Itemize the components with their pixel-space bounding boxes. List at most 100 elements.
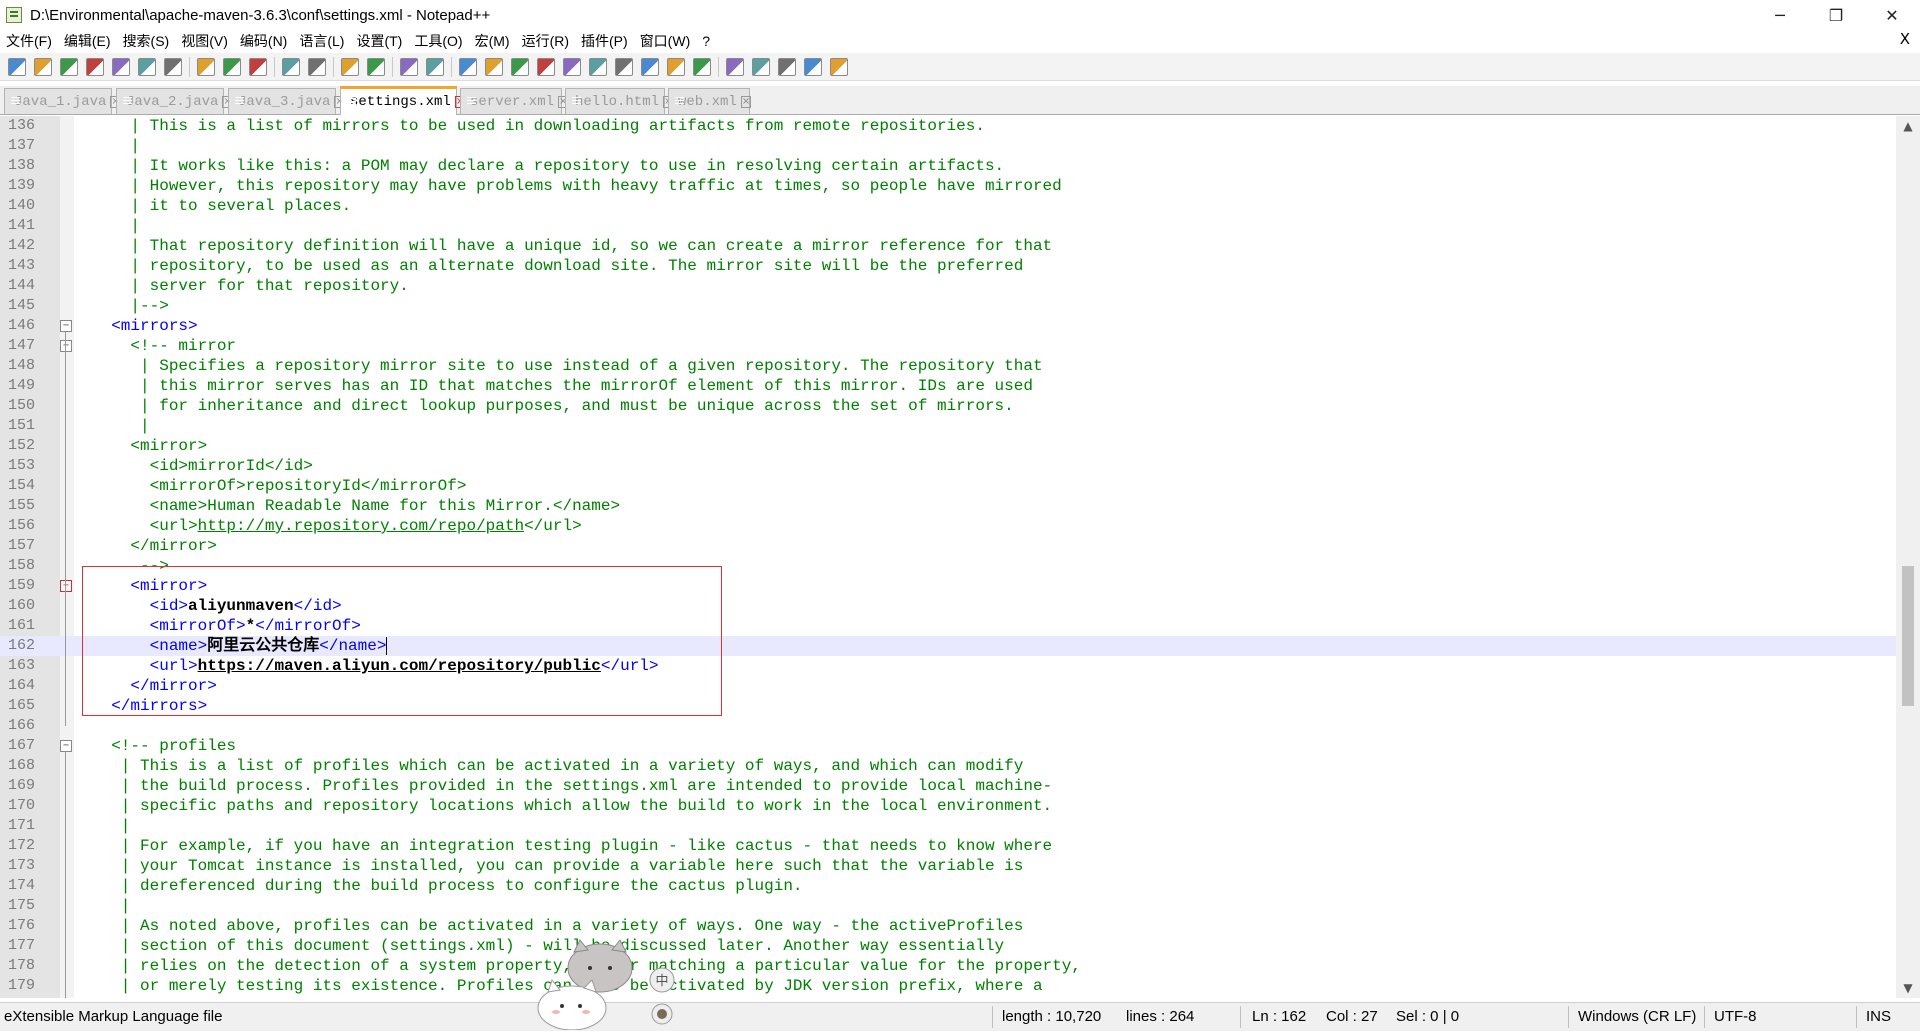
tab-java_2-java[interactable]: Java_2.java×: [116, 88, 233, 114]
sync-h-icon[interactable]: [485, 57, 503, 76]
code-line[interactable]: 168 | This is a list of profiles which c…: [0, 756, 1896, 776]
code-line[interactable]: 155 <name>Human Readable Name for this M…: [0, 496, 1896, 516]
scroll-up-icon[interactable]: ▲: [1896, 116, 1920, 136]
menu-plugins[interactable]: 插件(P): [575, 31, 634, 51]
menu-encoding[interactable]: 编码(N): [234, 31, 293, 51]
menu-settings[interactable]: 设置(T): [350, 31, 408, 51]
code-line[interactable]: 151 |: [0, 416, 1896, 436]
sync-v-icon[interactable]: [459, 57, 477, 76]
tab-java_3-java[interactable]: Java_3.java×: [228, 88, 345, 114]
undo-icon[interactable]: [282, 57, 300, 76]
fold-toggle-icon[interactable]: −: [60, 340, 72, 352]
code-line[interactable]: 147 − <!-- mirror: [0, 336, 1896, 356]
play-macro-icon[interactable]: [778, 57, 796, 76]
fold-toggle-icon[interactable]: −: [60, 320, 72, 332]
minimize-button[interactable]: ─: [1752, 0, 1808, 30]
menu-edit[interactable]: 编辑(E): [58, 31, 117, 51]
scroll-thumb[interactable]: [1902, 566, 1914, 706]
record-macro-icon[interactable]: [726, 57, 744, 76]
editor[interactable]: 136 | This is a list of mirrors to be us…: [0, 116, 1896, 998]
code-line[interactable]: 136 | This is a list of mirrors to be us…: [0, 116, 1896, 136]
new-file-icon[interactable]: [8, 57, 26, 76]
indent-guide-icon[interactable]: [563, 57, 581, 76]
function-list-icon[interactable]: [641, 57, 659, 76]
show-all-chars-icon[interactable]: [537, 57, 555, 76]
code-line[interactable]: 137 |: [0, 136, 1896, 156]
code-line[interactable]: 142 | That repository definition will ha…: [0, 236, 1896, 256]
code-line[interactable]: 146 − <mirrors>: [0, 316, 1896, 336]
copy-icon[interactable]: [223, 57, 241, 76]
tab-close-icon[interactable]: ×: [740, 95, 752, 108]
code-line[interactable]: 143 | repository, to be used as an alter…: [0, 256, 1896, 276]
close-icon[interactable]: [112, 57, 130, 76]
tab-settings-xml[interactable]: settings.xml×: [340, 86, 466, 115]
code-line[interactable]: 139 | However, this repository may have …: [0, 176, 1896, 196]
paste-icon[interactable]: [249, 57, 267, 76]
code-line[interactable]: 148 | Specifies a repository mirror site…: [0, 356, 1896, 376]
code-line[interactable]: 173 | your Tomcat instance is installed,…: [0, 856, 1896, 876]
code-line[interactable]: 169 | the build process. Profiles provid…: [0, 776, 1896, 796]
vertical-scrollbar[interactable]: ▲ ▼: [1896, 116, 1920, 998]
zoom-in-icon[interactable]: [400, 57, 418, 76]
folder-workspace-icon[interactable]: [667, 57, 685, 76]
menu-run[interactable]: 运行(R): [516, 31, 575, 51]
tab-server-xml[interactable]: server.xml ×: [460, 88, 569, 114]
code-line[interactable]: 153 <id>mirrorId</id>: [0, 456, 1896, 476]
menu-view[interactable]: 视图(V): [175, 31, 234, 51]
menu-help[interactable]: ?: [696, 33, 716, 49]
code-line[interactable]: 167 − <!-- profiles: [0, 736, 1896, 756]
code-line[interactable]: 175 |: [0, 896, 1896, 916]
code-line[interactable]: 166: [0, 716, 1896, 736]
cut-icon[interactable]: [197, 57, 215, 76]
save-all-icon[interactable]: [86, 57, 104, 76]
tab-web-xml[interactable]: web.xml ×: [668, 88, 752, 114]
fold-toggle-icon[interactable]: −: [60, 580, 72, 592]
redo-icon[interactable]: [308, 57, 326, 76]
code-line[interactable]: 176 | As noted above, profiles can be ac…: [0, 916, 1896, 936]
close-document-button[interactable]: X: [1900, 30, 1910, 48]
monitoring-icon[interactable]: [693, 57, 711, 76]
code-line[interactable]: 152 <mirror>: [0, 436, 1896, 456]
menu-macro[interactable]: 宏(M): [469, 31, 516, 51]
tab-java_1-java[interactable]: Java_1.java×: [4, 88, 121, 114]
code-line[interactable]: 157 </mirror>: [0, 536, 1896, 556]
code-line[interactable]: 140 | it to several places.: [0, 196, 1896, 216]
code-line[interactable]: 149 | this mirror serves has an ID that …: [0, 376, 1896, 396]
open-file-icon[interactable]: [34, 57, 52, 76]
code-line[interactable]: 156 <url>http://my.repository.com/repo/p…: [0, 516, 1896, 536]
menu-language[interactable]: 语言(L): [293, 31, 350, 51]
code-line[interactable]: 170 | specific paths and repository loca…: [0, 796, 1896, 816]
save-macro-icon[interactable]: [830, 57, 848, 76]
menu-file[interactable]: 文件(F): [0, 31, 58, 51]
code-line[interactable]: 141 |: [0, 216, 1896, 236]
zoom-out-icon[interactable]: [426, 57, 444, 76]
code-line[interactable]: 138 | It works like this: a POM may decl…: [0, 156, 1896, 176]
close-all-icon[interactable]: [138, 57, 156, 76]
code-line[interactable]: 174 | dereferenced during the build proc…: [0, 876, 1896, 896]
scroll-down-icon[interactable]: ▼: [1896, 978, 1920, 998]
close-window-button[interactable]: ✕: [1864, 0, 1920, 30]
code-line[interactable]: 172 | For example, if you have an integr…: [0, 836, 1896, 856]
doc-map-icon[interactable]: [615, 57, 633, 76]
save-icon[interactable]: [60, 57, 78, 76]
replace-icon[interactable]: [367, 57, 385, 76]
code-line[interactable]: 179 | or merely testing its existence. P…: [0, 976, 1896, 996]
udl-icon[interactable]: [589, 57, 607, 76]
print-icon[interactable]: [164, 57, 182, 76]
code-line[interactable]: 154 <mirrorOf>repositoryId</mirrorOf>: [0, 476, 1896, 496]
find-icon[interactable]: [341, 57, 359, 76]
code-line[interactable]: 150 | for inheritance and direct lookup …: [0, 396, 1896, 416]
word-wrap-icon[interactable]: [511, 57, 529, 76]
code-line[interactable]: 177 | section of this document (settings…: [0, 936, 1896, 956]
restore-button[interactable]: ❐: [1808, 0, 1864, 30]
menu-window[interactable]: 窗口(W): [634, 31, 697, 51]
run-macro-multi-icon[interactable]: [804, 57, 822, 76]
tab-hello-html[interactable]: hello.html×: [565, 88, 674, 114]
stop-macro-icon[interactable]: [752, 57, 770, 76]
menu-tools[interactable]: 工具(O): [408, 31, 468, 51]
code-line[interactable]: 171 |: [0, 816, 1896, 836]
code-line[interactable]: 178 | relies on the detection of a syste…: [0, 956, 1896, 976]
code-line[interactable]: 144 | server for that repository.: [0, 276, 1896, 296]
menu-search[interactable]: 搜索(S): [117, 31, 176, 51]
code-line[interactable]: 145 |-->: [0, 296, 1896, 316]
